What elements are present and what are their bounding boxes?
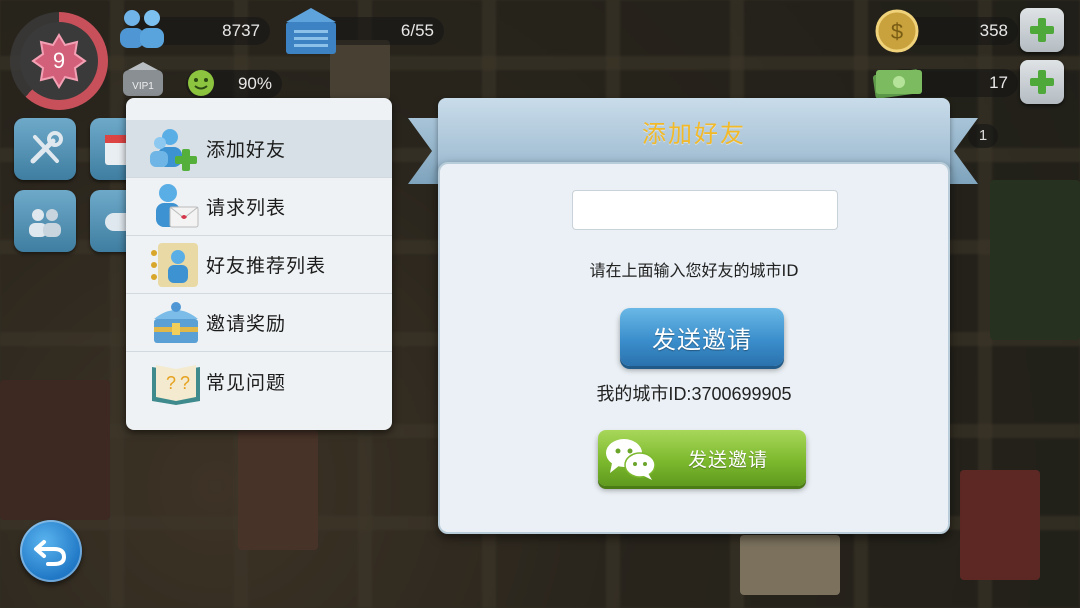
add-money-button[interactable] <box>1020 60 1064 104</box>
city-id-input[interactable] <box>572 190 838 230</box>
dialog-header: 添加好友 <box>438 98 950 170</box>
add-friend-dialog: 请在上面输入您好友的城市ID 发送邀请 我的城市ID:3700699905 发送… <box>438 162 950 534</box>
wechat-invite-label: 发送邀请 <box>688 448 769 471</box>
wrench-screwdriver-icon <box>30 131 63 164</box>
side-count-badge: 1 <box>968 124 998 148</box>
side-count-value: 1 <box>978 127 988 144</box>
build-tools-button[interactable] <box>14 118 76 180</box>
friends-menu-panel: 添加好友 请求列表 好友推荐列表 邀请奖励 ?? 常见问题 <box>126 98 392 430</box>
send-invite-label: 发送邀请 <box>652 325 752 354</box>
faq-book-icon: ?? <box>148 355 204 407</box>
happiness-value: 90% <box>237 74 272 93</box>
my-city-id: 我的城市ID:3700699905 <box>596 384 792 404</box>
menu-item-label: 添加好友 <box>206 139 287 161</box>
level-badge[interactable]: 9 <box>10 12 108 110</box>
money-value: 17 <box>989 73 1008 92</box>
plus-icon <box>1030 70 1054 94</box>
menu-item-label: 常见问题 <box>206 371 287 394</box>
menu-item-invite-reward[interactable]: 邀请奖励 <box>126 294 392 352</box>
wechat-invite-button[interactable]: 发送邀请 <box>598 430 806 486</box>
vip-badge-icon[interactable]: VIP1 <box>118 60 168 100</box>
invite-reward-chest-icon <box>148 297 204 349</box>
storage-warehouse-icon[interactable] <box>280 4 342 56</box>
menu-item-label: 请求列表 <box>206 197 287 219</box>
population-icon <box>112 6 172 52</box>
add-simcash-button[interactable] <box>1020 8 1064 52</box>
svg-text:VIP1: VIP1 <box>132 81 154 92</box>
back-arrow-icon <box>34 540 67 566</box>
back-button[interactable] <box>20 520 82 582</box>
population-value: 8737 <box>222 21 260 40</box>
menu-item-request-list[interactable]: 请求列表 <box>126 178 392 236</box>
level-badge-inner: 9 <box>20 22 98 100</box>
svg-text:?: ? <box>166 373 176 393</box>
simcash-coin-icon: $ <box>874 8 920 54</box>
friends-button[interactable] <box>14 190 76 252</box>
level-star-icon: 9 <box>31 33 87 89</box>
city-id-hint: 请在上面输入您好友的城市ID <box>589 261 799 280</box>
level-number: 9 <box>52 48 66 73</box>
add-friend-icon <box>148 123 204 175</box>
plus-icon <box>1030 18 1054 42</box>
request-list-icon <box>148 181 204 233</box>
menu-item-faq[interactable]: ?? 常见问题 <box>126 352 392 410</box>
storage-value: 6/55 <box>400 21 434 40</box>
simcash-value: 358 <box>979 21 1008 40</box>
friends-icon <box>29 209 61 237</box>
menu-item-add-friend[interactable]: 添加好友 <box>126 120 392 178</box>
send-invite-button[interactable]: 发送邀请 <box>620 308 784 366</box>
menu-item-friend-recommend[interactable]: 好友推荐列表 <box>126 236 392 294</box>
dialog-title: 添加好友 <box>642 119 746 148</box>
wechat-icon <box>602 435 660 481</box>
svg-text:$: $ <box>891 19 903 44</box>
menu-item-label: 好友推荐列表 <box>206 255 327 277</box>
money-bills-icon <box>870 62 926 100</box>
friend-recommend-icon <box>148 239 204 291</box>
menu-item-label: 邀请奖励 <box>206 313 287 335</box>
svg-text:?: ? <box>180 373 190 393</box>
happiness-face-icon <box>186 68 216 98</box>
